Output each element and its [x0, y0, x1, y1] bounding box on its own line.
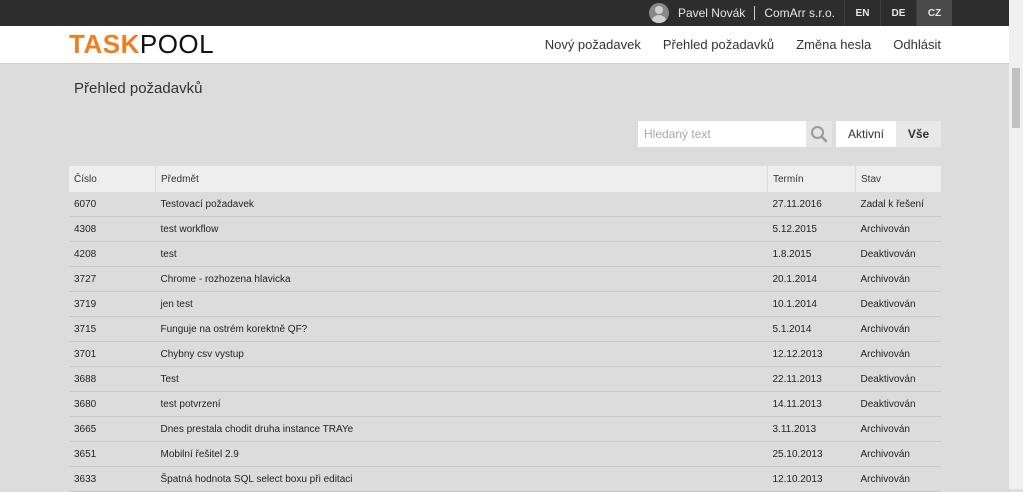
top-bar: Pavel Novák ComArr s.r.o. EN DE CZ — [0, 0, 1009, 26]
cell-subject: Špatná hodnota SQL select boxu při edita… — [155, 466, 768, 492]
table-row[interactable]: 3719 jen test 10.1.2014 Deaktivován — [69, 291, 941, 317]
cell-number: 3665 — [69, 416, 156, 442]
cell-number: 3727 — [69, 266, 156, 292]
cell-status: Zadal k řešení — [855, 192, 941, 217]
table-row[interactable]: 3727 Chrome - rozhozena hlavicka 20.1.2014… — [69, 266, 941, 292]
search-input[interactable] — [638, 121, 806, 147]
search-button[interactable] — [806, 121, 832, 147]
cell-number: 4308 — [69, 216, 156, 242]
cell-number: 3680 — [69, 391, 156, 417]
table-row[interactable]: 6070 Testovací požadavek 27.11.2016 Zadal k… — [69, 192, 941, 217]
main-menu: Nový požadavek Přehled požadavků Změna h… — [523, 26, 941, 63]
cell-deadline: 14.11.2013 — [767, 391, 856, 417]
cell-deadline: 5.12.2015 — [767, 216, 856, 242]
table-row[interactable]: 3633 Špatná hodnota SQL select boxu při e… — [69, 466, 941, 492]
cell-deadline: 25.10.2013 — [767, 441, 856, 467]
column-header-number[interactable]: Číslo — [69, 166, 156, 192]
cell-number: 3719 — [69, 291, 156, 317]
cell-status: Archivován — [855, 416, 941, 442]
cell-status: Archivován — [855, 266, 941, 292]
scrollbar-thumb[interactable] — [1012, 68, 1020, 128]
cell-status: Archivován — [855, 341, 941, 367]
cell-deadline: 22.11.2013 — [767, 366, 856, 392]
cell-status: Archivován — [855, 441, 941, 467]
cell-status: Archivován — [855, 466, 941, 492]
cell-number: 3688 — [69, 366, 156, 392]
table-row[interactable]: 3688 Test 22.11.2013 Deaktivován — [69, 366, 941, 392]
cell-deadline: 12.12.2013 — [767, 341, 856, 367]
table-row[interactable]: 4308 test workflow 5.12.2015 Archivován — [69, 216, 941, 242]
cell-number: 6070 — [69, 192, 156, 217]
cell-status: Deaktivován — [855, 366, 941, 392]
table-row[interactable]: 4208 test 1.8.2015 Deaktivován — [69, 241, 941, 267]
column-header-status[interactable]: Stav — [855, 166, 941, 192]
company-name: ComArr s.r.o. — [764, 6, 835, 20]
lang-de[interactable]: DE — [880, 0, 916, 26]
cell-subject: Chrome - rozhozena hlavicka — [155, 266, 768, 292]
nav-change-password[interactable]: Změna hesla — [796, 37, 871, 52]
cell-deadline: 5.1.2014 — [767, 316, 856, 342]
user-info[interactable]: Pavel Novák ComArr s.r.o. — [648, 0, 835, 26]
cell-status: Deaktivován — [855, 391, 941, 417]
cell-subject: test — [155, 241, 768, 267]
table-header-row: Číslo Předmět Termín Stav — [69, 166, 941, 192]
cell-deadline: 1.8.2015 — [767, 241, 856, 267]
main-navbar: TASKPOOL Nový požadavek Přehled požadavk… — [0, 26, 1009, 64]
lang-cz[interactable]: CZ — [916, 0, 952, 26]
cell-deadline: 27.11.2016 — [767, 192, 856, 217]
nav-request-overview[interactable]: Přehled požadavků — [663, 37, 774, 52]
cell-subject: Dnes prestala chodit druha instance TRAY… — [155, 416, 768, 442]
user-name: Pavel Novák — [677, 6, 746, 20]
search-icon — [811, 126, 828, 143]
cell-subject: jen test — [155, 291, 768, 317]
cell-number: 3715 — [69, 316, 156, 342]
table-row[interactable]: 3680 test potvrzení 14.11.2013 Deaktivován — [69, 391, 941, 417]
cell-status: Archivován — [855, 316, 941, 342]
cell-number: 4208 — [69, 241, 156, 267]
cell-subject: Mobilní řešitel 2.9 — [155, 441, 768, 467]
filter-all-button[interactable]: Vše — [896, 121, 941, 147]
page-title: Přehled požadavků — [74, 80, 203, 97]
vertical-scrollbar[interactable] — [1009, 0, 1023, 489]
cell-subject: test potvrzení — [155, 391, 768, 417]
cell-subject: Chybny csv vystup — [155, 341, 768, 367]
cell-deadline: 10.1.2014 — [767, 291, 856, 317]
cell-subject: test workflow — [155, 216, 768, 242]
cell-subject: Testovací požadavek — [155, 192, 768, 217]
cell-status: Archivován — [855, 216, 941, 242]
column-header-deadline[interactable]: Termín — [767, 166, 856, 192]
cell-deadline: 20.1.2014 — [767, 266, 856, 292]
nav-logout[interactable]: Odhlásit — [893, 37, 941, 52]
cell-number: 3633 — [69, 466, 156, 492]
table-row[interactable]: 3651 Mobilní řešitel 2.9 25.10.2013 Archivo… — [69, 441, 941, 467]
cell-subject: Funguje na ostrém korektně QF? — [155, 316, 768, 342]
column-header-subject[interactable]: Předmět — [155, 166, 768, 192]
cell-deadline: 3.11.2013 — [767, 416, 856, 442]
user-avatar-icon — [648, 3, 669, 23]
cell-status: Deaktivován — [855, 291, 941, 317]
requests-table: Číslo Předmět Termín Stav 6070 Testovací … — [69, 166, 941, 492]
cell-number: 3701 — [69, 341, 156, 367]
lang-en[interactable]: EN — [844, 0, 880, 26]
logo[interactable]: TASKPOOL — [69, 29, 214, 59]
filter-active-button[interactable]: Aktivní — [836, 121, 896, 147]
logo-part-1: TASK — [69, 29, 140, 59]
logo-part-2: POOL — [139, 29, 215, 59]
table-row[interactable]: 3701 Chybny csv vystup 12.12.2013 Archivová… — [69, 341, 941, 367]
table-row[interactable]: 3665 Dnes prestala chodit druha instance … — [69, 416, 941, 442]
language-switcher: EN DE CZ — [844, 0, 952, 26]
table-row[interactable]: 3715 Funguje na ostrém korektně QF? 5.1.20… — [69, 316, 941, 342]
cell-deadline: 12.10.2013 — [767, 466, 856, 492]
cell-number: 3651 — [69, 441, 156, 467]
nav-new-request[interactable]: Nový požadavek — [545, 37, 641, 52]
cell-subject: Test — [155, 366, 768, 392]
cell-status: Deaktivován — [855, 241, 941, 267]
divider — [754, 6, 756, 20]
